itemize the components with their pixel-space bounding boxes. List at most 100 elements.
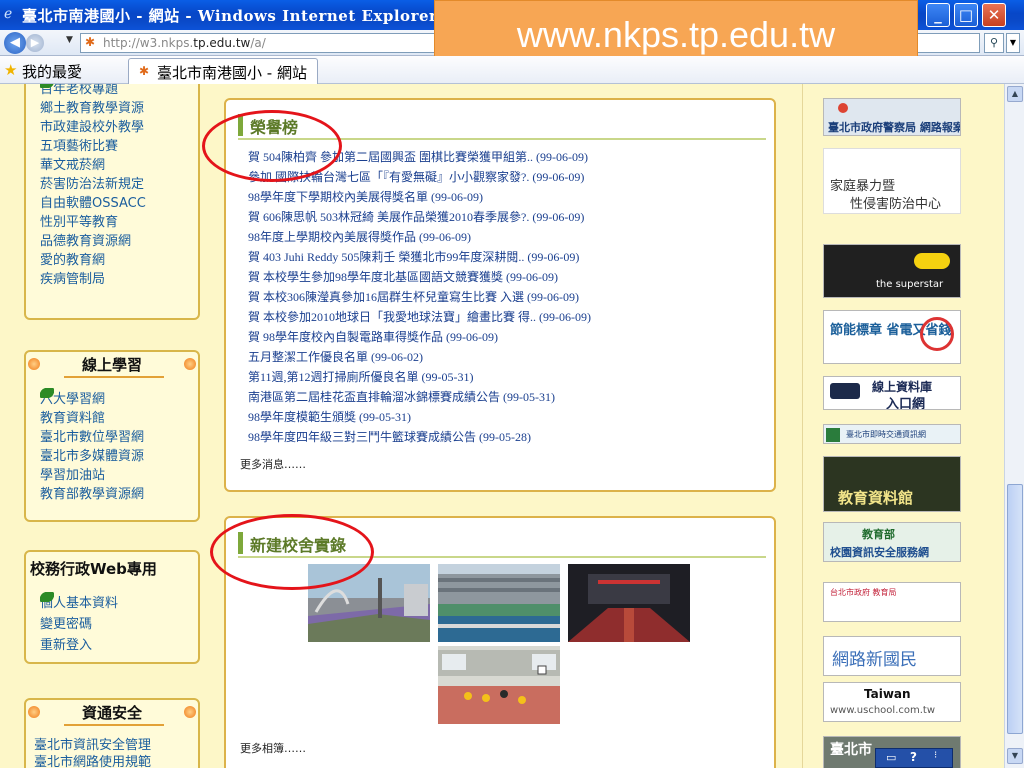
news-item[interactable]: 98學年度模範生頒獎 (99-05-31) xyxy=(248,408,411,425)
sidebar-link[interactable]: 菸害防治法新規定 xyxy=(40,84,146,192)
sidebar-link[interactable]: 重新登入 xyxy=(40,592,118,655)
binoculars-icon xyxy=(830,383,860,399)
traffic-logo-icon xyxy=(826,428,840,442)
uschool-banner[interactable]: Taiwan www.uschool.com.tw xyxy=(823,682,961,722)
more-albums-link[interactable]: 更多相簿…… xyxy=(240,740,306,756)
sidebar-link[interactable]: 變更密碼 xyxy=(40,592,118,634)
url-prefix: http://w3.nkps. xyxy=(103,36,194,50)
banner-text: the superstar xyxy=(876,279,944,290)
heart-icon xyxy=(920,317,954,351)
traffic-info-banner[interactable]: 臺北市即時交通資訊網 xyxy=(823,424,961,444)
links-box: 百年老校專題 鄉土教育教學資源 市政建設校外教學 五項藝術比賽 華文戒菸網 菸害… xyxy=(24,84,200,320)
news-item[interactable]: 第11週,第12週打掃廁所優良名單 (99-05-31) xyxy=(248,368,474,385)
security-box: 資通安全 臺北市資訊安全管理 臺北市網路使用規範 xyxy=(24,698,200,768)
tab-favicon: ✱ xyxy=(139,64,150,78)
sidebar-link[interactable]: 教育部教學資源網 xyxy=(40,388,144,502)
minimize-button[interactable]: _ xyxy=(926,3,950,27)
go-search-button[interactable]: ⚲ xyxy=(984,33,1004,53)
news-item[interactable]: 賀 本校306陳瀅真參加16屆群生杯兒童寫生比賽 入選 (99-06-09) xyxy=(248,288,579,305)
banner-text: 家庭暴力暨 xyxy=(830,179,896,194)
online-database-banner[interactable]: 線上資料庫 入口網 xyxy=(823,376,961,410)
banner-text: 入口網 xyxy=(886,397,926,410)
superstar-banner[interactable]: the superstar xyxy=(823,244,961,298)
domestic-violence-banner[interactable]: 家庭暴力暨 性侵害防治中心 xyxy=(823,148,961,214)
scroll-up-arrow-icon[interactable]: ▲ xyxy=(1007,86,1023,102)
news-item[interactable]: 98學年度四年級三對三鬥牛籃球賽成績公告 (99-05-28) xyxy=(248,428,531,445)
sidebar-link[interactable]: 市政建設校外教學 xyxy=(40,84,146,135)
sidebar-link[interactable]: 百年老校專題 xyxy=(40,84,146,97)
back-button[interactable]: ◀ xyxy=(4,32,26,54)
banner-text: 臺北市即時交通資訊網 xyxy=(846,430,926,439)
scroll-down-arrow-icon[interactable]: ▼ xyxy=(1007,748,1023,764)
campus-security-banner[interactable]: 教育部 校園資訊安全服務網 xyxy=(823,522,961,562)
page-content: 百年老校專題 鄉土教育教學資源 市政建設校外教學 五項藝術比賽 華文戒菸網 菸害… xyxy=(0,84,1004,768)
keyboard-icon[interactable]: ▭ xyxy=(886,751,896,764)
url-domain: tp.edu.tw xyxy=(193,36,251,50)
banner-text: 台北市政府 教育局 xyxy=(830,588,897,597)
star-shape xyxy=(914,253,950,269)
language-bar[interactable]: ▭ ? ⁝ xyxy=(875,748,953,768)
banner-text: 教育資料館 xyxy=(838,489,914,507)
scroll-thumb[interactable] xyxy=(1007,484,1023,734)
building-photo[interactable] xyxy=(568,564,690,642)
favorites-bar: ★ 我的最愛 ✱ 臺北市南港國小 - 網站 xyxy=(0,56,1024,84)
window-title: 臺北市南港國小 - 網站 - Windows Internet Explorer xyxy=(22,7,438,25)
sidebar-link[interactable]: 自由軟體OSSACC xyxy=(40,84,146,211)
help-icon[interactable]: ? xyxy=(910,750,917,764)
news-item[interactable]: 賀 本校參加2010地球日「我愛地球法寶」繪畫比賽 得.. (99-06-09) xyxy=(248,308,591,325)
police-badge-icon xyxy=(838,103,848,113)
links-list: 百年老校專題 鄉土教育教學資源 市政建設校外教學 五項藝術比賽 華文戒菸網 菸害… xyxy=(40,84,146,287)
browser-window: ℯ 臺北市南港國小 - 網站 - Windows Internet Explor… xyxy=(0,0,1024,768)
sidebar-link[interactable]: 臺北市網路使用規範 xyxy=(34,751,151,768)
news-item[interactable]: 賀 606陳思帆 503林冠綺 美展作品榮獲2010春季展參?. (99-06-… xyxy=(248,208,584,225)
history-dropdown-icon[interactable]: ▼ xyxy=(66,35,73,45)
banner-text: 性侵害防治中心 xyxy=(850,197,942,212)
sidebar-link[interactable]: 愛的教育網 xyxy=(40,84,146,268)
sidebar-link[interactable]: 品德教育資源網 xyxy=(40,84,146,249)
education-bureau-banner[interactable]: 台北市政府 教育局 xyxy=(823,582,961,622)
sidebar-link[interactable]: 學習加油站 xyxy=(40,388,144,483)
close-button[interactable]: ✕ xyxy=(982,3,1006,27)
news-item[interactable]: 98學年度下學期校內美展得獎名單 (99-06-09) xyxy=(248,188,483,205)
sidebar-link[interactable]: 教育資料館 xyxy=(40,388,144,426)
sidebar-link[interactable]: 鄉土教育教學資源 xyxy=(40,84,146,116)
news-item[interactable]: 賀 98學年度校內自製電路車得獎作品 (99-06-09) xyxy=(248,328,498,345)
vertical-scrollbar[interactable]: ▲ ▼ xyxy=(1004,84,1024,768)
left-sidebar: 百年老校專題 鄉土教育教學資源 市政建設校外教學 五項藝術比賽 華文戒菸網 菸害… xyxy=(0,84,228,768)
maximize-button[interactable]: □ xyxy=(954,3,978,27)
links-list: 六大學習網 教育資料館 臺北市數位學習網 臺北市多媒體資源 學習加油站 教育部教… xyxy=(40,388,144,502)
browser-tab[interactable]: ✱ 臺北市南港國小 - 網站 xyxy=(128,58,318,84)
sidebar-link[interactable]: 五項藝術比賽 xyxy=(40,84,146,154)
education-library-banner[interactable]: 教育資料館 xyxy=(823,456,961,512)
search-dropdown-icon[interactable]: ▼ xyxy=(1006,33,1020,53)
links-list: 個人基本資料 變更密碼 重新登入 xyxy=(40,592,118,655)
news-item[interactable]: 賀 403 Juhi Reddy 505陳莉壬 榮獲北市99年度深耕閱.. (9… xyxy=(248,248,579,265)
building-photo[interactable] xyxy=(438,646,560,724)
favorites-star-icon[interactable]: ★ xyxy=(4,61,17,79)
banner-text: Taiwan xyxy=(864,687,911,701)
sidebar-link[interactable]: 臺北市數位學習網 xyxy=(40,388,144,445)
favorites-label[interactable]: 我的最愛 xyxy=(22,61,82,82)
news-item[interactable]: 98年度上學期校內美展得獎作品 (99-06-09) xyxy=(248,228,471,245)
sidebar-link[interactable]: 臺北市多媒體資源 xyxy=(40,388,144,464)
options-icon[interactable]: ⁝ xyxy=(934,750,937,761)
admin-web-box: 校務行政Web專用 個人基本資料 變更密碼 重新登入 xyxy=(24,550,200,664)
net-citizen-banner[interactable]: 網路新國民 xyxy=(823,636,961,676)
sidebar-link[interactable]: 華文戒菸網 xyxy=(40,84,146,173)
forward-button[interactable]: ▶ xyxy=(26,34,44,52)
sidebar-link[interactable]: 六大學習網 xyxy=(40,388,144,407)
more-news-link[interactable]: 更多消息…… xyxy=(240,456,306,472)
links-list: 臺北市資訊安全管理 臺北市網路使用規範 xyxy=(34,734,151,768)
energy-label-banner[interactable]: 節能標章 省電又省錢 xyxy=(823,310,961,364)
ie-logo-icon: ℯ xyxy=(4,6,13,22)
sidebar-link[interactable]: 疾病管制局 xyxy=(40,84,146,287)
news-item[interactable]: 五月整潔工作優良名單 (99-06-02) xyxy=(248,348,423,365)
sidebar-link[interactable]: 性別平等教育 xyxy=(40,84,146,230)
police-report-banner[interactable]: 臺北市政府警察局 網路報案 xyxy=(823,98,961,136)
news-item[interactable]: 賀 本校學生參加98學年度北基區國語文競賽獲獎 (99-06-09) xyxy=(248,268,558,285)
news-item[interactable]: 南港區第二屆桂花盃直排輪溜冰錦標賽成績公告 (99-05-31) xyxy=(248,388,555,405)
building-photo[interactable] xyxy=(438,564,560,642)
sidebar-link[interactable]: 臺北市資訊安全管理 xyxy=(34,734,151,753)
banner-text: 網路新國民 xyxy=(832,650,917,670)
online-learning-box: 線上學習 六大學習網 教育資料館 臺北市數位學習網 臺北市多媒體資源 學習加油站… xyxy=(24,350,200,522)
